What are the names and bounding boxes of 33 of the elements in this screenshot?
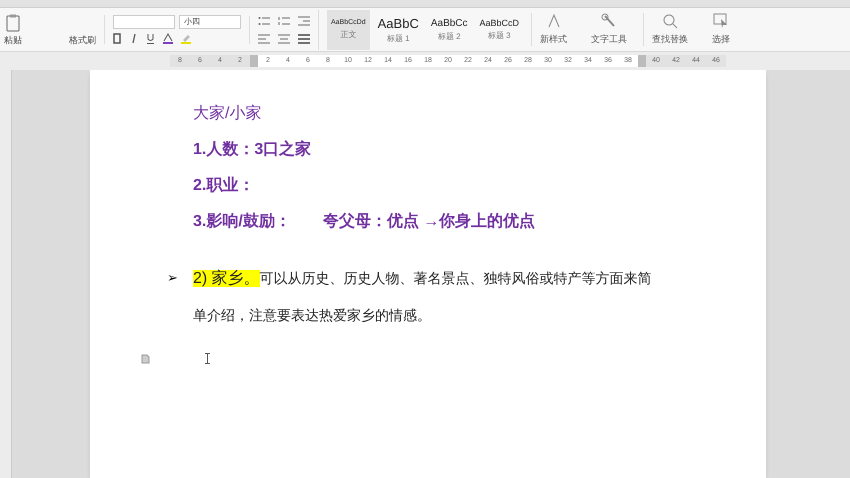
search-icon	[662, 12, 678, 29]
format-painter-button[interactable]: 格式刷	[69, 34, 96, 47]
new-style-button[interactable]: 新样式	[531, 12, 576, 46]
italic-icon[interactable]	[130, 33, 138, 44]
find-button[interactable]: 查找替换	[643, 12, 696, 46]
cursor-icon	[713, 12, 730, 29]
bullet-arrow: ➢	[167, 269, 179, 287]
align-center-icon[interactable]	[278, 34, 290, 44]
indent-marker[interactable]	[250, 55, 258, 67]
heading-line: 3.影响/鼓励： 夸父母：优点 →你身上的优点	[193, 212, 536, 232]
font-name-field[interactable]	[113, 15, 175, 29]
heading-line: 大家/小家	[193, 104, 262, 124]
select-button[interactable]: 选择	[704, 12, 738, 46]
font-size-field[interactable]: 小四	[179, 15, 241, 29]
justify-icon[interactable]	[298, 34, 310, 44]
wrench-icon	[601, 12, 618, 29]
bullet-list-icon[interactable]	[258, 16, 270, 26]
text-tools-button[interactable]: 文字工具	[583, 12, 636, 46]
indent-marker[interactable]	[638, 55, 646, 67]
document-icon[interactable]	[141, 354, 150, 364]
align-left-icon[interactable]	[258, 34, 270, 44]
underline-icon[interactable]	[146, 33, 155, 44]
heading-line: 2.职业：	[193, 176, 256, 196]
text-cursor-icon	[205, 353, 210, 364]
heading-line: 1.人数：3口之家	[193, 139, 312, 160]
clipboard-icon	[5, 14, 21, 32]
font-color-icon[interactable]	[163, 33, 173, 44]
paste-button[interactable]: 粘贴	[4, 14, 22, 47]
style-preset[interactable]: AaBbCc 标题 2	[426, 10, 472, 50]
style-preset[interactable]: AaBbC 标题 1	[374, 10, 423, 50]
indent-icon[interactable]	[298, 16, 310, 26]
numbered-list-icon[interactable]	[278, 16, 290, 26]
style-preset[interactable]: AaBbCcD 标题 3	[476, 10, 524, 50]
